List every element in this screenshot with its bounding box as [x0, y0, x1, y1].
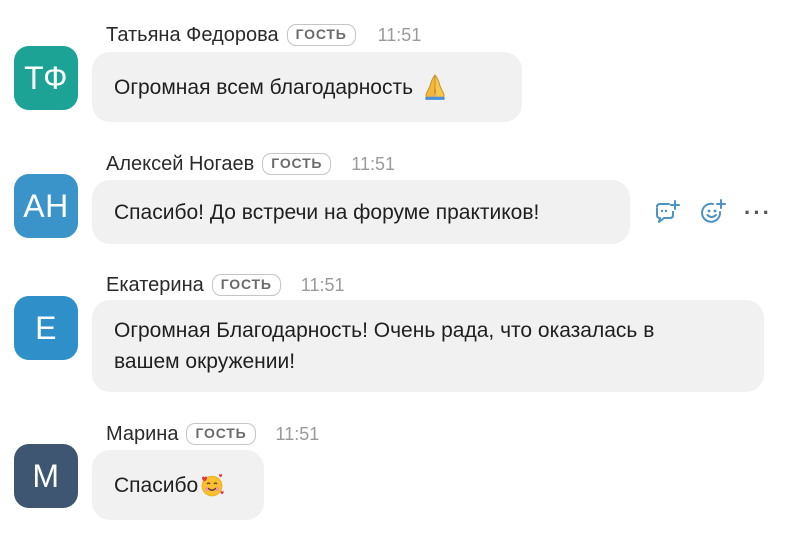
message-time: 11:51 — [275, 423, 320, 444]
smiling-face-with-hearts-emoji — [201, 474, 224, 497]
reply-comment-icon — [656, 200, 680, 223]
author-name[interactable]: Марина — [106, 423, 178, 446]
message-text: Спасибо! До встречи на форуме практиков! — [114, 200, 540, 224]
message-time: 11:51 — [377, 24, 422, 45]
chat-message-list: ТФ Татьяна Федорова ГОСТЬ 11:51 Огромная… — [0, 0, 800, 546]
author-name[interactable]: Алексей Ногаев — [106, 153, 254, 176]
chat-message: Е Екатерина ГОСТЬ 11:51 Огромная Благода… — [0, 260, 800, 410]
message-bubble[interactable]: Спасибо — [92, 450, 264, 520]
author-name[interactable]: Екатерина — [106, 274, 204, 297]
reply-comment-button[interactable] — [650, 196, 684, 230]
avatar[interactable]: Е — [14, 296, 78, 360]
more-options-button[interactable]: ··· — [742, 196, 776, 230]
author-name[interactable]: Татьяна Федорова — [106, 24, 279, 47]
message-header: Екатерина ГОСТЬ 11:51 — [106, 272, 344, 298]
more-options-icon: ··· — [744, 200, 772, 225]
message-text: Огромная Благодарность! Очень рада, что … — [114, 319, 655, 373]
avatar[interactable]: М — [14, 444, 78, 508]
folded-hands-emoji — [425, 74, 445, 100]
chat-message: ТФ Татьяна Федорова ГОСТЬ 11:51 Огромная… — [0, 0, 800, 130]
guest-badge: ГОСТЬ — [211, 274, 281, 296]
add-reaction-icon — [701, 199, 726, 223]
message-bubble[interactable]: Огромная всем благодарность — [92, 52, 522, 122]
message-text: Спасибо — [114, 473, 199, 497]
message-header: Марина ГОСТЬ 11:51 — [106, 421, 319, 447]
chat-message: АН Алексей Ногаев ГОСТЬ 11:51 Спасибо! Д… — [0, 130, 800, 260]
message-hover-actions: ··· — [650, 196, 788, 230]
guest-badge: ГОСТЬ — [186, 423, 256, 445]
avatar[interactable]: АН — [14, 174, 78, 238]
message-time: 11:51 — [300, 274, 345, 295]
message-time: 11:51 — [351, 153, 396, 174]
message-bubble[interactable]: Спасибо! До встречи на форуме практиков! — [92, 180, 630, 244]
guest-badge: ГОСТЬ — [286, 24, 356, 46]
message-bubble[interactable]: Огромная Благодарность! Очень рада, что … — [92, 300, 764, 392]
message-text: Огромная всем благодарность — [114, 75, 414, 99]
guest-badge: ГОСТЬ — [262, 153, 332, 175]
avatar[interactable]: ТФ — [14, 46, 78, 110]
add-reaction-button[interactable] — [696, 196, 730, 230]
chat-message: М Марина ГОСТЬ 11:51 Спасибо — [0, 410, 800, 546]
message-header: Алексей Ногаев ГОСТЬ 11:51 — [106, 151, 395, 177]
message-header: Татьяна Федорова ГОСТЬ 11:51 — [106, 22, 421, 48]
